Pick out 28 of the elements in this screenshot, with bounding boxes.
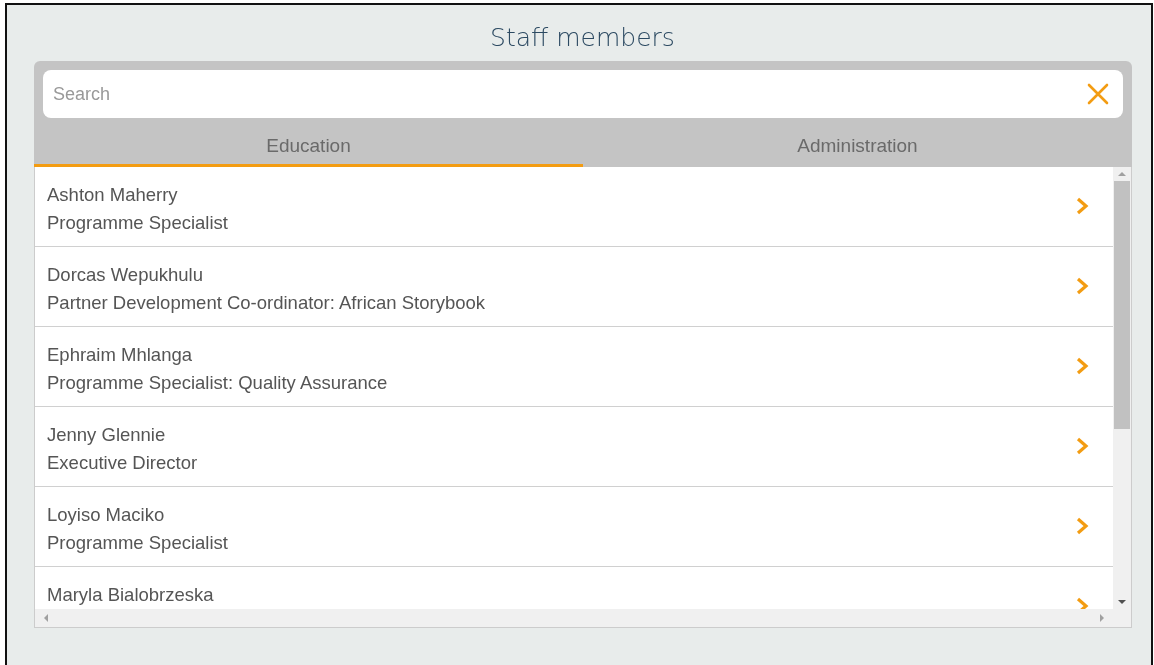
chevron-icon — [1075, 436, 1089, 456]
search-field[interactable]: Search — [43, 70, 1123, 118]
staff-row[interactable]: Jenny Glennie Executive Director — [35, 407, 1113, 487]
staff-name: Ephraim Mhlanga — [47, 343, 193, 367]
staff-role: Programme Specialist: Quality Assurance — [47, 371, 389, 395]
scroll-down-icon[interactable] — [1118, 600, 1126, 604]
staff-name: Maryla Bialobrzeska — [47, 583, 215, 607]
scroll-up-icon[interactable] — [1118, 172, 1126, 176]
staff-role: Partner Development Co-ordinator: African Storybook — [47, 291, 487, 315]
scroll-left-icon[interactable] — [44, 614, 48, 622]
chevron-icon — [1075, 196, 1089, 216]
scroll-right-icon[interactable] — [1100, 614, 1104, 622]
staff-role: Executive Director — [47, 451, 199, 475]
staff-row[interactable]: Ashton Maherry Programme Specialist — [35, 167, 1113, 247]
staff-role: Programme Specialist — [47, 531, 229, 555]
chevron-icon — [1075, 356, 1089, 376]
staff-row[interactable]: Dorcas Wepukhulu Partner Development Co-ordinator: African Storybook — [35, 247, 1113, 327]
staff-role: Programme Specialist — [47, 211, 229, 235]
chevron-icon — [1075, 276, 1089, 296]
staff-name: Jenny Glennie — [47, 423, 167, 447]
close-icon[interactable] — [1087, 83, 1109, 105]
staff-name: Ashton Maherry — [47, 183, 179, 207]
page-title: Staff members — [489, 22, 676, 54]
chevron-icon — [1075, 516, 1089, 536]
staff-row[interactable]: Ephraim Mhlanga Programme Specialist: Quality Assurance — [35, 327, 1113, 407]
staff-row[interactable]: Loyiso Maciko Programme Specialist — [35, 487, 1113, 567]
staff-name: Dorcas Wepukhulu — [47, 263, 204, 287]
staff-name: Loyiso Maciko — [47, 503, 166, 527]
